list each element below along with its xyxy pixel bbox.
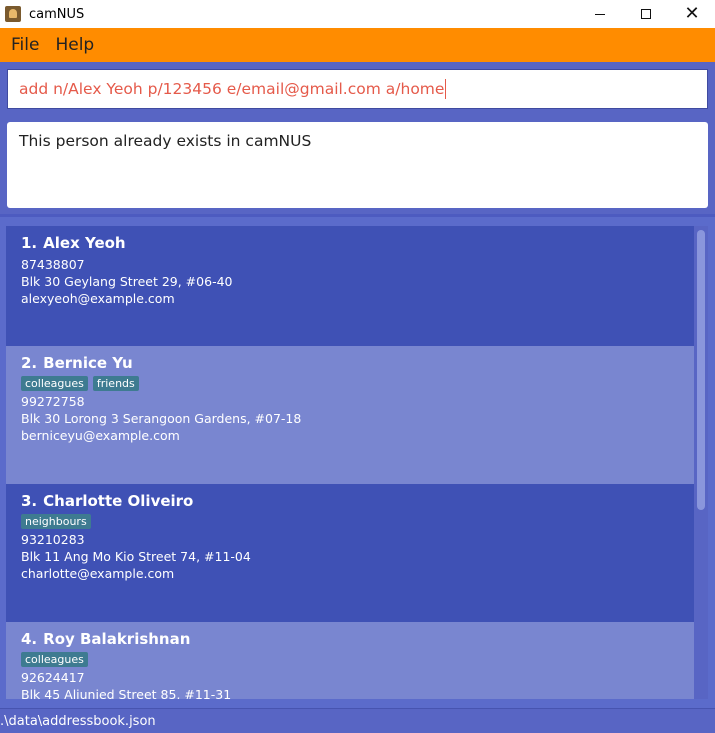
scrollbar-thumb[interactable] [697,230,705,510]
person-address: Blk 30 Geylang Street 29, #06-40 [21,274,233,289]
person-phone: 87438807 [21,257,85,272]
menu-file[interactable]: File [11,35,39,55]
person-phone: 92624417 [21,670,85,685]
person-card[interactable]: 3. Charlotte Oliveiro neighbours 93210283… [6,484,694,622]
tag-list: neighbours [21,514,679,529]
person-email: charlotte@example.com [21,566,175,581]
tag: friends [92,376,139,391]
menu-bar: File Help [0,28,715,62]
close-button[interactable]: ✕ [669,0,715,28]
person-name-row: 3. Charlotte Oliveiro [21,492,679,510]
person-index: 2. [21,354,38,372]
minimize-button[interactable] [577,0,623,28]
minimize-icon [595,13,605,15]
person-list[interactable]: 1. Alex Yeoh 87438807 Blk 30 Geylang Stre… [6,226,694,699]
menu-help[interactable]: Help [55,35,94,55]
title-bar: camNUS ✕ [0,0,715,28]
tag-list: colleagues friends [21,376,679,391]
window-controls: ✕ [577,0,715,28]
person-index: 4. [21,630,38,648]
close-icon: ✕ [684,3,700,24]
person-card[interactable]: 2. Bernice Yu colleagues friends 99272758… [6,346,694,484]
person-name-row: 4. Roy Balakrishnan [21,630,679,648]
person-phone: 99272758 [21,394,85,409]
app-icon [5,6,21,22]
person-name: Alex Yeoh [43,234,126,252]
person-name: Charlotte Oliveiro [43,492,194,510]
status-bar: .\data\addressbook.json [0,708,715,733]
tag-list: colleagues [21,652,679,667]
person-name-row: 1. Alex Yeoh [21,234,679,252]
person-address: Blk 11 Ang Mo Kio Street 74, #11-04 [21,549,251,564]
person-name-row: 2. Bernice Yu [21,354,679,372]
maximize-icon [641,9,651,19]
window-title: camNUS [29,6,85,22]
maximize-button[interactable] [623,0,669,28]
person-name: Roy Balakrishnan [43,630,191,648]
result-text: This person already exists in camNUS [19,132,312,150]
list-scrollbar[interactable] [694,226,708,699]
person-phone: 93210283 [21,532,85,547]
command-box-area: add n/Alex Yeoh p/123456 e/email@gmail.c… [0,62,715,114]
person-name: Bernice Yu [43,354,133,372]
person-index: 1. [21,234,38,252]
text-caret [445,79,447,99]
person-address: Blk 45 Aljunied Street 85, #11-31 [21,687,232,699]
tag: colleagues [21,652,88,667]
result-display[interactable]: This person already exists in camNUS [7,122,708,208]
save-file-path: .\data\addressbook.json [0,713,156,729]
tag: neighbours [21,514,91,529]
command-text: add n/Alex Yeoh p/123456 e/email@gmail.c… [19,80,445,98]
person-index: 3. [21,492,38,510]
person-email: berniceyu@example.com [21,428,180,443]
command-input[interactable]: add n/Alex Yeoh p/123456 e/email@gmail.c… [7,69,708,109]
person-address: Blk 30 Lorong 3 Serangoon Gardens, #07-1… [21,411,302,426]
divider [0,214,715,217]
result-display-area: This person already exists in camNUS [0,114,715,214]
person-email: alexyeoh@example.com [21,291,175,306]
person-card[interactable]: 4. Roy Balakrishnan colleagues 92624417 B… [6,622,694,699]
person-card[interactable]: 1. Alex Yeoh 87438807 Blk 30 Geylang Stre… [6,226,694,346]
tag: colleagues [21,376,88,391]
